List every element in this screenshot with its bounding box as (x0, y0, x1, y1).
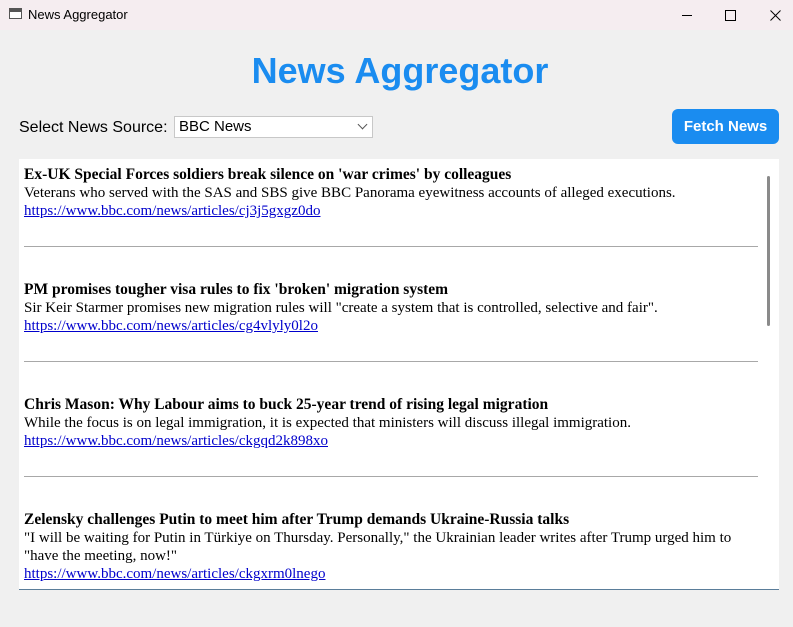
window-title: News Aggregator (28, 7, 128, 22)
article-link[interactable]: https://www.bbc.com/news/articles/cj3j5g… (24, 202, 320, 220)
article-item: Zelensky challenges Putin to meet him af… (24, 504, 758, 583)
fetch-news-button[interactable]: Fetch News (672, 109, 779, 144)
minimize-icon (682, 14, 692, 16)
news-source-selected-value: BBC News (179, 118, 252, 135)
maximize-icon (724, 9, 736, 21)
article-divider (24, 246, 758, 247)
article-item: Chris Mason: Why Labour aims to buck 25-… (24, 389, 758, 450)
chevron-down-icon (357, 119, 368, 130)
article-description: "I will be waiting for Putin in Türkiye … (24, 530, 732, 564)
article-description: Sir Keir Starmer promises new migration … (24, 300, 658, 316)
close-icon (769, 9, 781, 21)
minimize-button[interactable] (664, 0, 710, 30)
scrollbar-thumb[interactable] (767, 176, 770, 326)
app-window-icon (9, 8, 22, 19)
article-title: Zelensky challenges Putin to meet him af… (24, 511, 570, 528)
close-button[interactable] (752, 0, 793, 30)
article-divider (24, 476, 758, 477)
article-divider (24, 361, 758, 362)
article-item: Ex-UK Special Forces soldiers break sile… (24, 159, 758, 220)
maximize-button[interactable] (707, 0, 753, 30)
title-bar: News Aggregator (0, 0, 793, 30)
article-title: Ex-UK Special Forces soldiers break sile… (24, 166, 512, 183)
page-title: News Aggregator (251, 50, 549, 91)
news-list-panel[interactable]: Ex-UK Special Forces soldiers break sile… (19, 159, 779, 590)
article-title: PM promises tougher visa rules to fix 'b… (24, 281, 449, 298)
article-description: Veterans who served with the SAS and SBS… (24, 185, 676, 201)
article-item: PM promises tougher visa rules to fix 'b… (24, 274, 758, 335)
article-link[interactable]: https://www.bbc.com/news/articles/ckgqd2… (24, 432, 328, 450)
article-list: Ex-UK Special Forces soldiers break sile… (24, 159, 758, 589)
news-source-select[interactable]: BBC News (174, 116, 373, 138)
article-title: Chris Mason: Why Labour aims to buck 25-… (24, 396, 549, 413)
source-label: Select News Source: (19, 119, 168, 136)
article-link[interactable]: https://www.bbc.com/news/articles/cg4vly… (24, 317, 318, 335)
article-link[interactable]: https://www.bbc.com/news/articles/ckgxrm… (24, 565, 325, 583)
article-description: While the focus is on legal immigration,… (24, 415, 631, 431)
